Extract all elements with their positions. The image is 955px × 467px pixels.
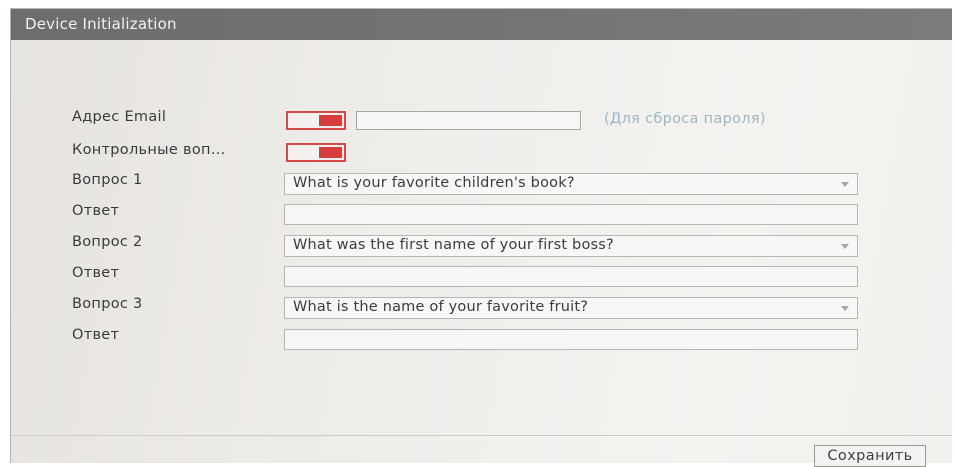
question-2-selected: What was the first name of your first bo…: [293, 237, 614, 253]
toggle-knob: [319, 147, 342, 158]
chevron-down-icon: [841, 244, 849, 249]
title-bar: Device Initialization: [11, 9, 952, 40]
question-3-selected: What is the name of your favorite fruit?: [293, 299, 589, 315]
question-3-label: Вопрос 3: [72, 296, 143, 312]
security-questions-toggle[interactable]: [286, 143, 346, 162]
chevron-down-icon: [841, 182, 849, 187]
question-3-select[interactable]: What is the name of your favorite fruit?: [284, 297, 858, 319]
answer-3-field[interactable]: [284, 329, 858, 350]
question-2-select[interactable]: What was the first name of your first bo…: [284, 235, 858, 257]
security-questions-label: Контрольные воп...: [72, 142, 226, 158]
question-1-label: Вопрос 1: [72, 172, 143, 188]
toggle-knob: [319, 115, 342, 126]
save-button[interactable]: Сохранить: [814, 445, 926, 467]
email-label: Адрес Email: [72, 109, 167, 125]
device-initialization-window: Device Initialization Адрес Email (Для с…: [10, 8, 952, 467]
answer-2-field[interactable]: [284, 266, 858, 287]
question-1-selected: What is your favorite children's book?: [293, 175, 575, 191]
answer-1-field[interactable]: [284, 204, 858, 225]
answer-1-label: Ответ: [72, 203, 120, 219]
window-title: Device Initialization: [25, 15, 177, 33]
question-2-label: Вопрос 2: [72, 234, 143, 250]
answer-2-label: Ответ: [72, 265, 120, 281]
email-toggle[interactable]: [286, 111, 346, 130]
question-1-select[interactable]: What is your favorite children's book?: [284, 173, 858, 195]
email-hint: (Для сброса пароля): [604, 111, 766, 127]
footer-divider: [11, 435, 952, 436]
answer-3-label: Ответ: [72, 327, 120, 343]
chevron-down-icon: [841, 306, 849, 311]
email-field[interactable]: [356, 111, 581, 130]
